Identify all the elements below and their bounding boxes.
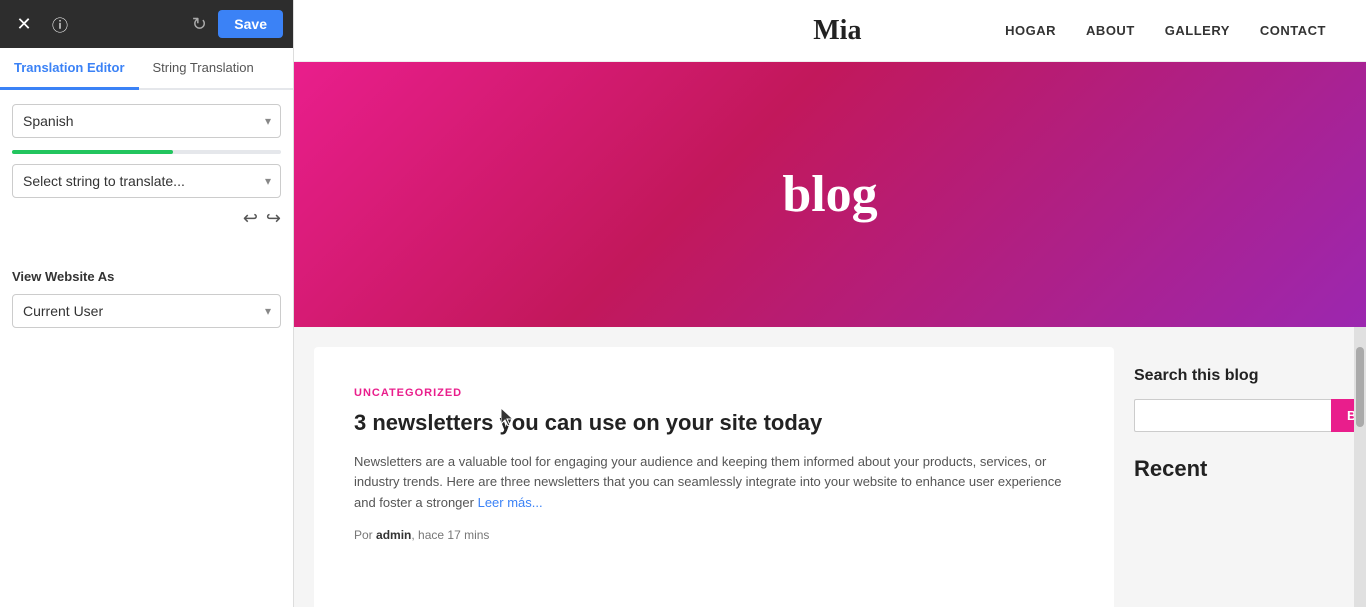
post-time: hace 17 mins	[418, 528, 489, 542]
right-preview: Mia HOGAR ABOUT GALLERY CONTACT blog UNC…	[294, 0, 1366, 607]
tab-string-translation[interactable]: String Translation	[139, 48, 268, 90]
site-nav: Mia HOGAR ABOUT GALLERY CONTACT	[294, 0, 1366, 62]
content-area: UNCATEGORIZED 3 newsletters you can use …	[294, 327, 1366, 607]
hero-title: blog	[782, 165, 877, 224]
nav-links: HOGAR ABOUT GALLERY CONTACT	[1005, 23, 1326, 38]
scrollbar[interactable]	[1354, 327, 1366, 607]
undo-redo-bar: ↩ ↪	[12, 208, 281, 229]
progress-bar-fill	[12, 150, 173, 154]
spinner-icon: ↻	[188, 13, 210, 35]
info-button[interactable]: ⓘ	[46, 10, 74, 38]
view-as-select[interactable]: Current User Guest Admin	[12, 294, 281, 328]
post-excerpt: Newsletters are a valuable tool for enga…	[354, 452, 1074, 514]
language-select[interactable]: Spanish French German Italian Portuguese	[12, 104, 281, 138]
blog-sidebar: Search this blog BUSCAR Recent	[1114, 327, 1354, 607]
search-input[interactable]	[1134, 399, 1331, 432]
tabs-bar: Translation Editor String Translation	[0, 48, 293, 90]
nav-item-gallery[interactable]: GALLERY	[1165, 23, 1230, 38]
progress-bar	[12, 150, 281, 154]
toolbar: ✕ ⓘ ↻ Save	[0, 0, 293, 48]
search-blog-label: Search this blog	[1134, 367, 1334, 385]
string-select[interactable]: Select string to translate...	[12, 164, 281, 198]
read-more-link[interactable]: Leer más...	[478, 495, 543, 510]
post-title: 3 newsletters you can use on your site t…	[354, 409, 1074, 438]
view-as-select-wrapper: Current User Guest Admin ▾	[12, 294, 281, 328]
post-meta-prefix: Por	[354, 528, 373, 542]
close-button[interactable]: ✕	[10, 10, 38, 38]
blog-post-area: UNCATEGORIZED 3 newsletters you can use …	[314, 347, 1114, 607]
post-author: admin	[376, 528, 411, 542]
post-category: UNCATEGORIZED	[354, 387, 1074, 399]
scrollbar-thumb[interactable]	[1356, 347, 1364, 427]
tab-translation-editor[interactable]: Translation Editor	[0, 48, 139, 90]
site-logo: Mia	[670, 15, 1006, 47]
nav-item-hogar[interactable]: HOGAR	[1005, 23, 1056, 38]
left-panel: ✕ ⓘ ↻ Save Translation Editor String Tra…	[0, 0, 294, 607]
language-select-wrapper: Spanish French German Italian Portuguese…	[12, 104, 281, 138]
search-row: BUSCAR	[1134, 399, 1334, 432]
nav-item-about[interactable]: ABOUT	[1086, 23, 1135, 38]
recent-label: Recent	[1134, 456, 1334, 482]
save-button[interactable]: Save	[218, 10, 283, 38]
redo-button[interactable]: ↪	[266, 208, 281, 229]
undo-button[interactable]: ↩	[243, 208, 258, 229]
panel-body: Spanish French German Italian Portuguese…	[0, 90, 293, 607]
post-meta: Por admin, hace 17 mins	[354, 528, 1074, 542]
nav-item-contact[interactable]: CONTACT	[1260, 23, 1326, 38]
hero-section: blog	[294, 62, 1366, 327]
string-select-wrapper: Select string to translate... ▾	[12, 164, 281, 198]
view-website-as-heading: View Website As	[12, 269, 281, 284]
